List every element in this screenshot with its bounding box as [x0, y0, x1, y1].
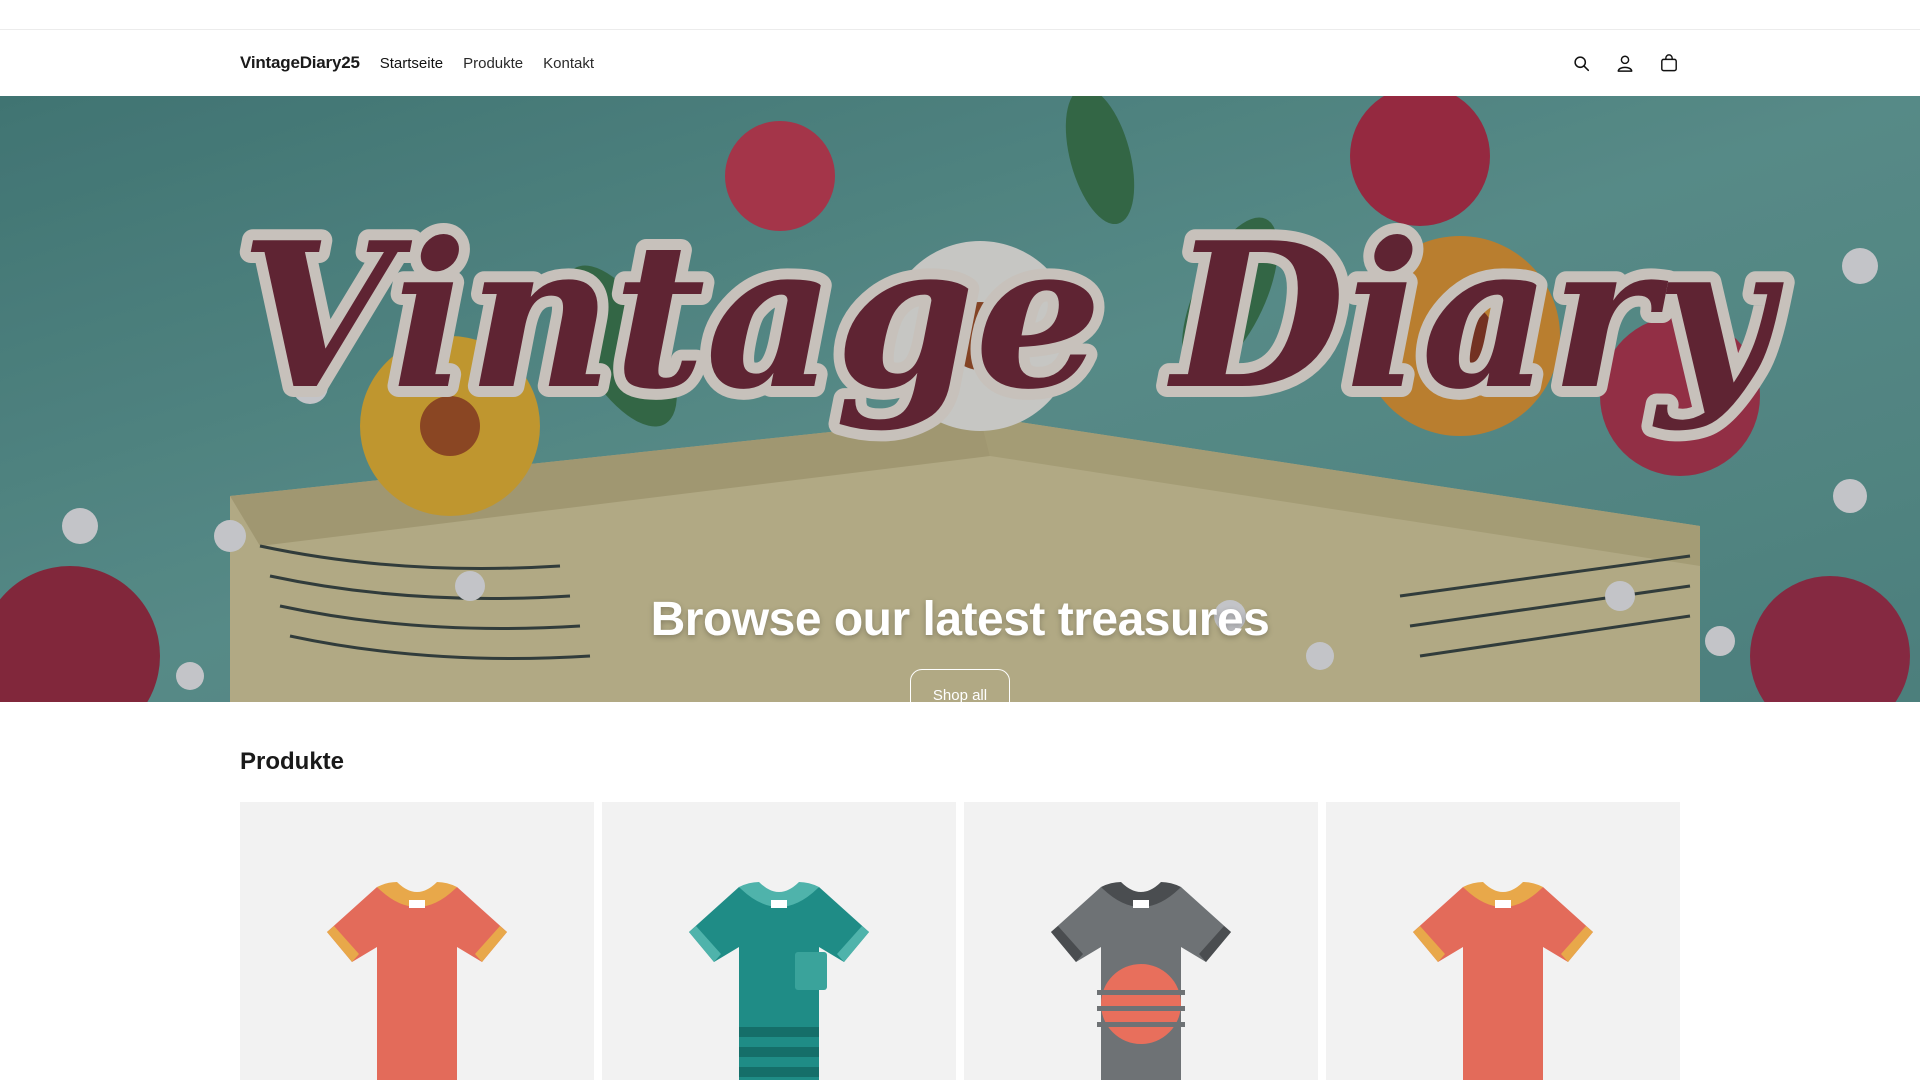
announcement-bar — [0, 0, 1920, 30]
tshirt-image — [689, 882, 869, 1080]
product-card[interactable] — [602, 802, 956, 1080]
nav-item-startseite[interactable]: Startseite — [380, 55, 443, 72]
product-card[interactable] — [1326, 802, 1680, 1080]
products-title: Produkte — [240, 748, 345, 775]
nav-item-kontakt[interactable]: Kontakt — [543, 55, 594, 72]
header-icons — [1570, 52, 1680, 74]
account-icon[interactable] — [1614, 52, 1636, 74]
nav-item-produkte[interactable]: Produkte — [463, 55, 523, 72]
hero-content: Browse our latest treasures Shop all — [0, 592, 1920, 702]
product-grid — [240, 802, 1680, 1080]
site-header: VintageDiary25 Startseite Produkte Konta… — [0, 30, 1920, 96]
tshirt-image — [1051, 882, 1231, 1080]
product-card[interactable] — [964, 802, 1318, 1080]
product-card[interactable] — [240, 802, 594, 1080]
tshirt-image — [1413, 882, 1593, 1080]
shop-all-button[interactable]: Shop all — [910, 669, 1010, 702]
hero-title: Browse our latest treasures — [650, 593, 1270, 646]
hero-banner: Vintage Diary Vintage Diary Browse our l… — [0, 96, 1920, 702]
products-section: Produkte — [0, 702, 1920, 1080]
site-logo[interactable]: VintageDiary25 — [240, 53, 360, 73]
main-nav: Startseite Produkte Kontakt — [380, 55, 594, 72]
header-left: VintageDiary25 Startseite Produkte Konta… — [240, 53, 594, 73]
tshirt-image — [327, 882, 507, 1080]
cart-icon[interactable] — [1658, 52, 1680, 74]
search-icon[interactable] — [1570, 52, 1592, 74]
